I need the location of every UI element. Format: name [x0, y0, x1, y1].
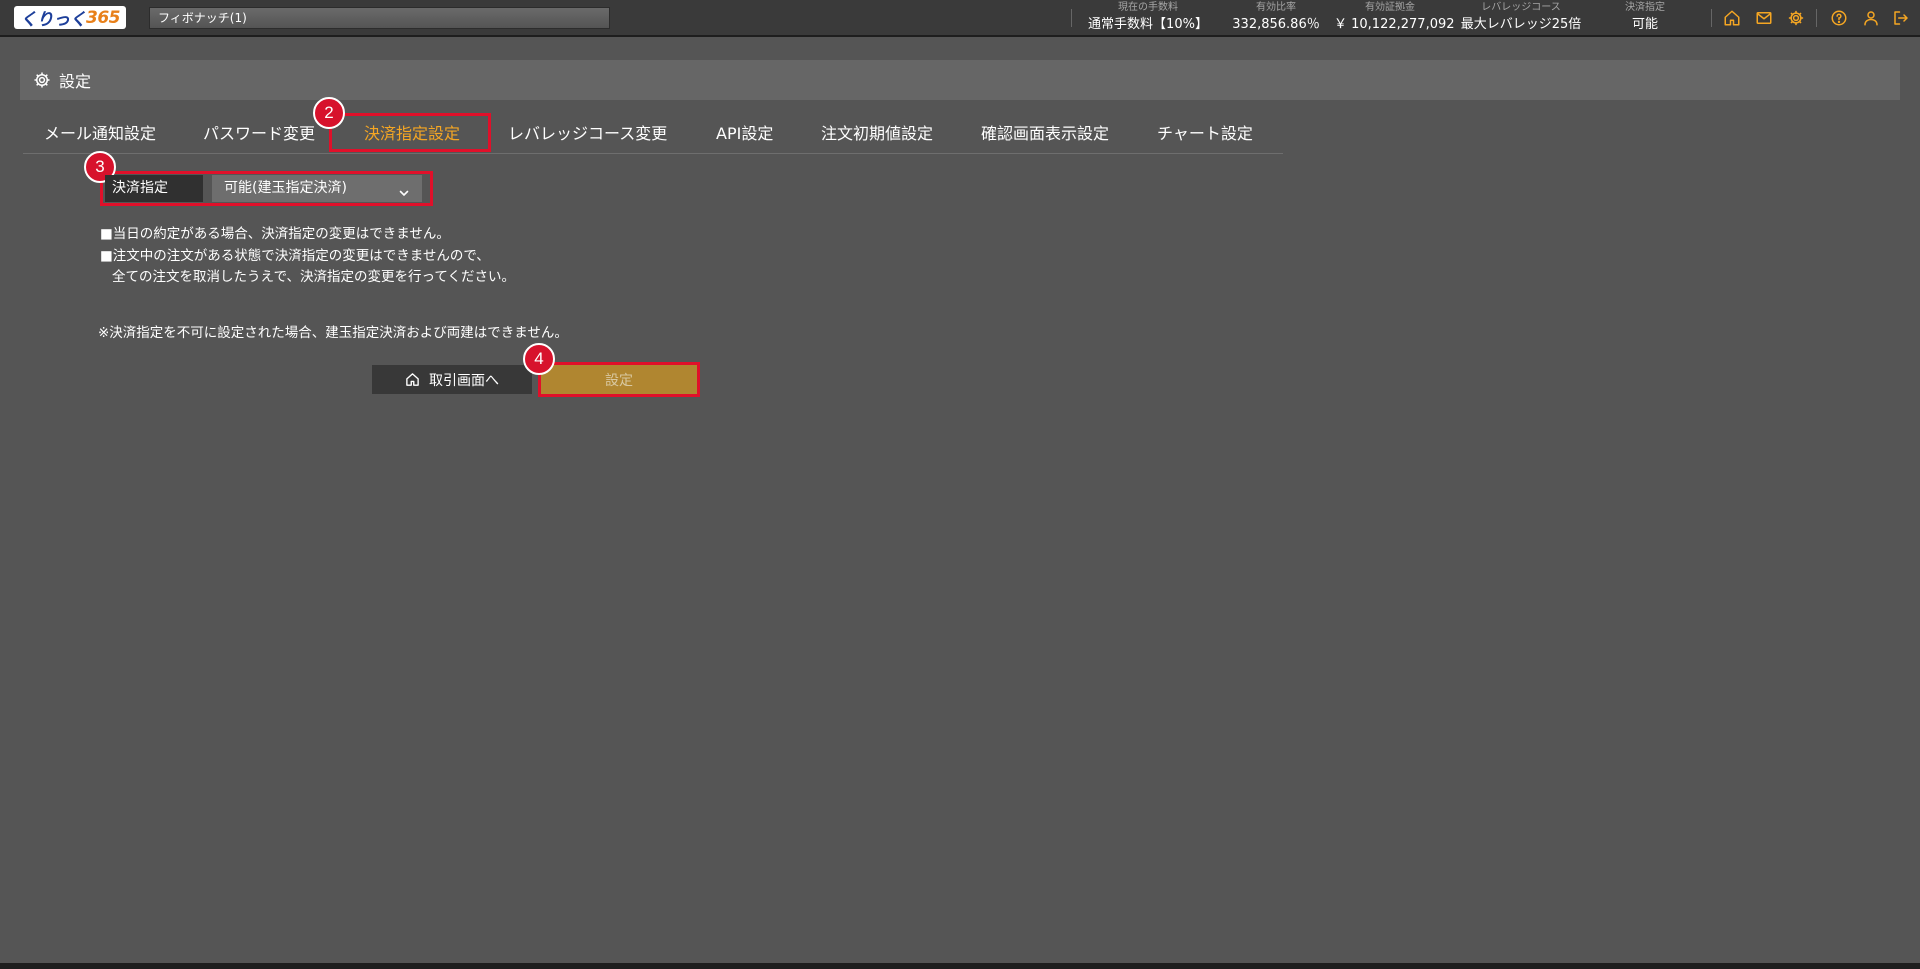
- stat-label: 有効証拠金: [1365, 2, 1415, 13]
- annotation-badge-2: 2: [313, 97, 345, 129]
- account-select[interactable]: フィボナッチ(1): [149, 7, 610, 29]
- stat-value: 通常手数料【10%】: [1088, 17, 1208, 32]
- tab-api-settings[interactable]: API設定: [716, 114, 773, 154]
- tab-confirm-screen[interactable]: 確認画面表示設定: [981, 114, 1109, 154]
- stat-value: ￥ 10,122,277,092: [1334, 17, 1455, 32]
- note-line-2: ■注文中の注文がある状態で決済指定の変更はできませんので、: [100, 248, 490, 264]
- tab-mail-notification[interactable]: メール通知設定: [44, 114, 156, 154]
- settlement-select-value: 可能(建玉指定決済): [224, 180, 347, 196]
- bottom-bar: [0, 963, 1920, 969]
- annotation-badge-4: 4: [523, 343, 555, 375]
- logo-text: くりっく: [20, 10, 87, 30]
- mail-icon[interactable]: [1754, 8, 1774, 28]
- stat-settlement: 決済指定 可能: [1601, 0, 1689, 37]
- user-icon[interactable]: [1861, 8, 1881, 28]
- help-icon[interactable]: [1829, 8, 1849, 28]
- divider: [1711, 9, 1712, 27]
- divider: [1071, 9, 1072, 27]
- app-logo[interactable]: くりっく 365: [14, 6, 126, 30]
- tab-leverage-course[interactable]: レバレッジコース変更: [508, 114, 667, 154]
- logout-icon[interactable]: [1891, 8, 1911, 28]
- tab-password-change[interactable]: パスワード変更: [203, 114, 315, 154]
- divider: [1816, 9, 1817, 27]
- home-icon: [405, 372, 420, 387]
- note-line-3: 全ての注文を取消したうえで、決済指定の変更を行ってください。: [112, 269, 515, 285]
- stat-value: 可能: [1631, 17, 1658, 32]
- stat-effective-ratio: 有効比率 332,856.86％: [1228, 0, 1324, 37]
- logo-number: 365: [86, 7, 121, 28]
- go-to-trading-label: 取引画面へ: [429, 372, 499, 389]
- settlement-select[interactable]: 可能(建玉指定決済): [212, 175, 422, 202]
- top-bar: くりっく 365 フィボナッチ(1) 現在の手数料 通常手数料【10%】 有効比率…: [0, 0, 1920, 37]
- note-line-1: ■当日の約定がある場合、決済指定の変更はできません。: [100, 226, 450, 242]
- tab-order-defaults[interactable]: 注文初期値設定: [821, 114, 933, 154]
- annotation-highlight-tab: [329, 113, 491, 152]
- gear-icon: [33, 71, 51, 89]
- stat-value: 332,856.86％: [1232, 17, 1320, 32]
- set-button[interactable]: 設定: [541, 365, 697, 394]
- stat-effective-margin: 有効証拠金 ￥ 10,122,277,092: [1334, 0, 1455, 37]
- go-to-trading-button[interactable]: 取引画面へ: [372, 365, 532, 394]
- tab-chart-settings[interactable]: チャート設定: [1157, 114, 1253, 154]
- stat-commission: 現在の手数料 通常手数料【10%】: [1082, 0, 1214, 37]
- chevron-down-icon: [398, 182, 410, 197]
- settings-header: 設定: [20, 60, 1900, 100]
- stat-label: 現在の手数料: [1118, 2, 1178, 13]
- stat-label: 有効比率: [1256, 2, 1296, 13]
- stat-label: 決済指定: [1625, 2, 1665, 13]
- settings-icon[interactable]: [1786, 8, 1806, 28]
- note-line-4: ※決済指定を不可に設定された場合、建玉指定決済および両建はできません。: [98, 325, 568, 341]
- page-title: 設定: [59, 72, 92, 91]
- stat-label: レバレッジコース: [1481, 2, 1561, 13]
- settings-tabs: メール通知設定 パスワード変更 決済指定設定 レバレッジコース変更 API設定 …: [23, 114, 1283, 154]
- settlement-label: 決済指定: [105, 175, 203, 202]
- stat-value: 最大レバレッジ25倍: [1460, 17, 1582, 32]
- stat-leverage-course: レバレッジコース 最大レバレッジ25倍: [1455, 0, 1587, 37]
- home-icon[interactable]: [1722, 8, 1742, 28]
